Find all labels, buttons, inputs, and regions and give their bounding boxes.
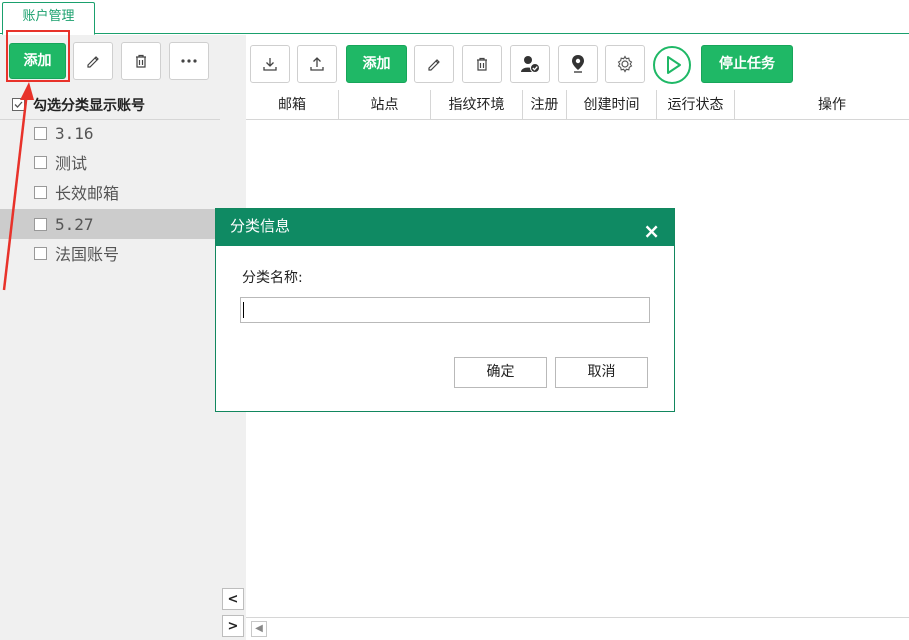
category-item-label: 5.27 xyxy=(55,214,94,234)
column-header-created-time[interactable]: 创建时间 xyxy=(567,90,657,120)
category-delete-button[interactable] xyxy=(121,42,161,80)
play-circle-icon xyxy=(653,46,691,84)
column-header-email[interactable]: 邮箱 xyxy=(246,90,339,120)
trash-icon xyxy=(136,54,146,68)
dialog-title-bar: 分类信息 × xyxy=(216,209,674,246)
gear-icon xyxy=(617,55,633,73)
category-name-input[interactable] xyxy=(240,297,650,323)
category-item-label: 法国账号 xyxy=(55,245,120,264)
category-info-dialog: 分类信息 × 分类名称: 确定 取消 xyxy=(215,208,675,412)
location-button[interactable] xyxy=(558,45,598,83)
account-edit-button[interactable] xyxy=(414,45,454,83)
location-pin-icon xyxy=(572,55,584,73)
account-verify-button[interactable] xyxy=(510,45,550,83)
app-window: 账户管理 添加 勾选分类显示账号 3.16 测试 长效邮箱 5.27 法国账号 … xyxy=(0,0,909,640)
horizontal-scrollbar[interactable]: ◀ xyxy=(246,617,909,639)
cancel-button[interactable]: 取消 xyxy=(555,357,648,388)
pencil-icon xyxy=(428,59,440,71)
confirm-button[interactable]: 确定 xyxy=(454,357,547,388)
upload-icon xyxy=(310,57,324,71)
stop-task-button[interactable]: 停止任务 xyxy=(701,45,793,83)
account-table-header: 邮箱 站点 指纹环境 注册 创建时间 运行状态 操作 xyxy=(246,90,909,120)
category-edit-button[interactable] xyxy=(73,42,113,80)
text-caret xyxy=(243,302,244,318)
category-name-label: 分类名称: xyxy=(242,270,303,286)
annotation-arrow xyxy=(2,82,34,291)
export-button[interactable] xyxy=(297,45,337,83)
tab-strip: 账户管理 xyxy=(0,0,909,35)
start-task-button[interactable] xyxy=(652,45,692,85)
user-check-icon xyxy=(521,56,540,73)
column-header-fingerprint[interactable]: 指纹环境 xyxy=(431,90,523,120)
import-button[interactable] xyxy=(250,45,290,83)
account-delete-button[interactable] xyxy=(462,45,502,83)
column-header-site[interactable]: 站点 xyxy=(339,90,431,120)
account-add-button[interactable]: 添加 xyxy=(346,45,407,83)
scrollbar-left-icon[interactable]: ◀ xyxy=(251,621,267,637)
settings-button[interactable] xyxy=(605,45,645,83)
scroll-right-button[interactable]: > xyxy=(222,615,244,637)
category-item-label: 3.16 xyxy=(55,123,94,143)
category-item-label: 测试 xyxy=(55,154,88,173)
scroll-left-button[interactable]: < xyxy=(222,588,244,610)
close-icon[interactable]: × xyxy=(643,214,660,248)
category-item-label: 长效邮箱 xyxy=(55,184,120,203)
category-more-button[interactable] xyxy=(169,42,209,80)
pencil-icon xyxy=(87,56,99,68)
column-header-run-status[interactable]: 运行状态 xyxy=(657,90,735,120)
column-header-actions[interactable]: 操作 xyxy=(735,90,909,120)
category-list-header-label: 勾选分类显示账号 xyxy=(33,97,145,114)
trash-icon xyxy=(477,57,487,71)
more-icon xyxy=(181,59,197,63)
column-header-register[interactable]: 注册 xyxy=(523,90,567,120)
dialog-title: 分类信息 xyxy=(230,217,291,235)
download-icon xyxy=(263,58,277,71)
